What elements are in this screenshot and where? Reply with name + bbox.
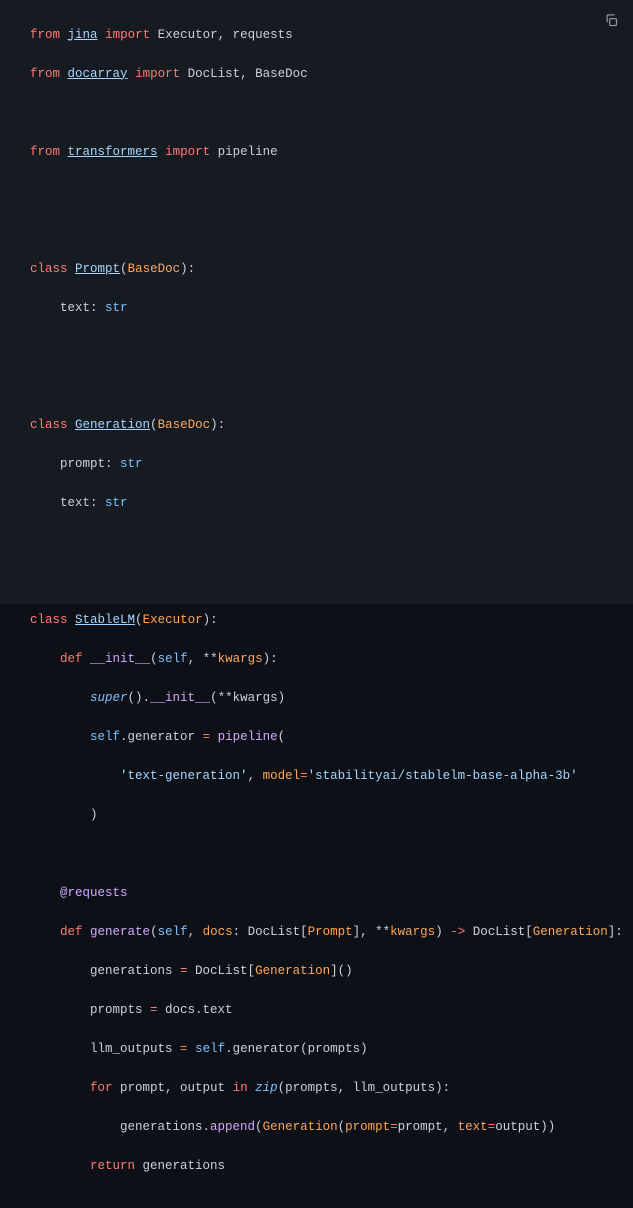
code-line: [30, 182, 633, 202]
code-line: ): [30, 806, 633, 826]
code-content: from jina import Executor, requests from…: [0, 6, 633, 1208]
code-line: prompt: str: [30, 455, 633, 475]
code-line: [30, 338, 633, 358]
code-line: class Generation(BaseDoc):: [30, 416, 633, 436]
code-line: from transformers import pipeline: [30, 143, 633, 163]
code-line: [30, 221, 633, 241]
code-line: for prompt, output in zip(prompts, llm_o…: [30, 1079, 633, 1099]
code-line: generations = DocList[Generation](): [30, 962, 633, 982]
code-line: 'text-generation', model='stabilityai/st…: [30, 767, 633, 787]
copy-icon: [604, 13, 619, 28]
code-line: [30, 533, 633, 553]
code-line: generations.append(Generation(prompt=pro…: [30, 1118, 633, 1138]
copy-button[interactable]: [599, 8, 623, 32]
code-line: return generations: [30, 1157, 633, 1177]
code-line: [30, 104, 633, 124]
code-line: super().__init__(**kwargs): [30, 689, 633, 709]
code-line: prompts = docs.text: [30, 1001, 633, 1021]
code-line: @requests: [30, 884, 633, 904]
code-line: def generate(self, docs: DocList[Prompt]…: [30, 923, 633, 943]
code-line: [30, 377, 633, 397]
code-line: from docarray import DocList, BaseDoc: [30, 65, 633, 85]
code-line: def __init__(self, **kwargs):: [30, 650, 633, 670]
code-line: [30, 572, 633, 592]
code-line: self.generator = pipeline(: [30, 728, 633, 748]
code-line: llm_outputs = self.generator(prompts): [30, 1040, 633, 1060]
code-line: from jina import Executor, requests: [30, 26, 633, 46]
code-line: text: str: [30, 494, 633, 514]
code-block: from jina import Executor, requests from…: [0, 0, 633, 604]
code-line: [30, 845, 633, 865]
code-line: text: str: [30, 299, 633, 319]
code-line: class Prompt(BaseDoc):: [30, 260, 633, 280]
code-line: class StableLM(Executor):: [30, 611, 633, 631]
